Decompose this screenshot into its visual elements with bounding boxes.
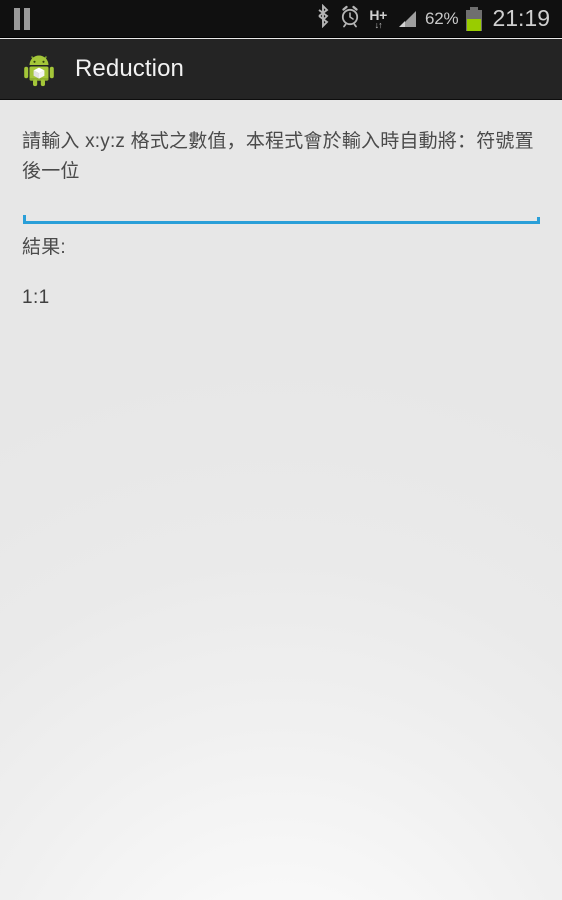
input-underline bbox=[23, 221, 540, 224]
app-title: Reduction bbox=[75, 55, 184, 82]
battery-icon bbox=[466, 6, 483, 31]
input-tick-right bbox=[537, 217, 540, 224]
pause-icon bbox=[13, 7, 31, 30]
status-bar-clock: 21:19 bbox=[492, 5, 550, 31]
android-screen: H+ ↓↑ 62% 21:19 Reduction 請輸入 x:y:z 格式之數… bbox=[0, 0, 562, 900]
network-activity-arrows: ↓↑ bbox=[374, 19, 383, 30]
result-label: 結果: bbox=[22, 237, 66, 258]
ratio-input-field[interactable] bbox=[23, 212, 540, 224]
hint-text: 請輸入 x:y:z 格式之數值，本程式會於輸入時自動將：符號置後一位 bbox=[22, 131, 534, 182]
alarm-clock-icon bbox=[339, 4, 361, 33]
status-bar-right: H+ ↓↑ 62% 21:19 bbox=[315, 3, 562, 33]
result-value: 1:1 bbox=[22, 287, 50, 308]
input-tick-left bbox=[23, 215, 26, 224]
main-content: 請輸入 x:y:z 格式之數值，本程式會於輸入時自動將：符號置後一位 結果: 1… bbox=[0, 100, 562, 900]
status-bar: H+ ↓↑ 62% 21:19 bbox=[0, 0, 562, 38]
battery-percent-label: 62% bbox=[425, 8, 459, 28]
bluetooth-icon bbox=[315, 3, 331, 33]
android-robot-icon[interactable] bbox=[20, 50, 58, 88]
network-type-icon: H+ ↓↑ bbox=[369, 8, 387, 30]
status-bar-left bbox=[0, 7, 31, 30]
signal-bars-icon bbox=[395, 9, 417, 29]
action-bar: Reduction bbox=[0, 39, 562, 100]
